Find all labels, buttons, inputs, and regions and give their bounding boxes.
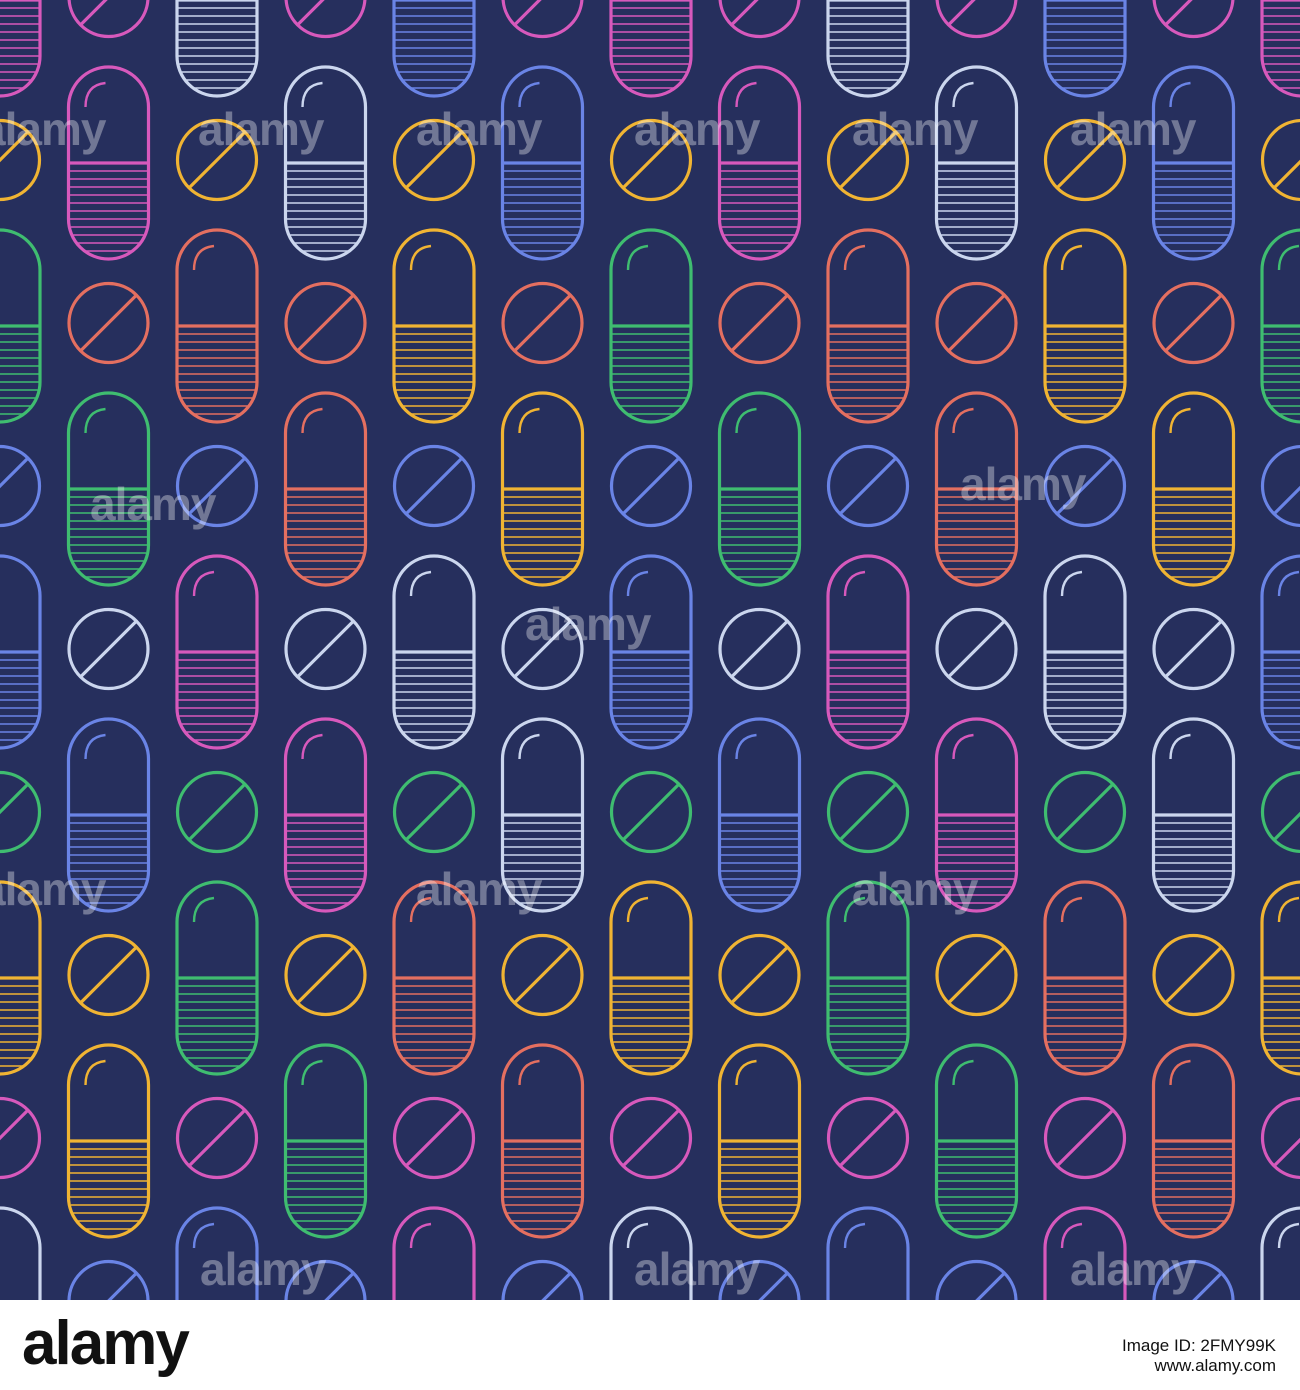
image-id-label: Image ID: 2FMY99K (1121, 1336, 1276, 1355)
image-id-text: Image ID: 2FMY99K www.alamy.com (1122, 1336, 1276, 1376)
watermark-text: alamy (416, 863, 543, 915)
watermark-text: alamy (198, 103, 325, 155)
site-url: www.alamy.com (1154, 1356, 1276, 1375)
watermark-text: alamy (0, 863, 107, 915)
watermark-text: alamy (90, 478, 217, 530)
watermark-text: alamy (416, 103, 543, 155)
watermark-text: alamy (634, 103, 761, 155)
watermark-text: alamy (1070, 103, 1197, 155)
watermark-text: alamy (1070, 1243, 1197, 1295)
watermark-text: alamy (200, 1243, 327, 1295)
pill-pattern-svg: alamy alamy alamy alamy alamy alamy alamy alamy… (0, 0, 1300, 1300)
watermark-text: alamy (525, 598, 652, 650)
pill-pattern-image: alamy alamy alamy alamy alamy alamy alamy alamy… (0, 0, 1300, 1300)
watermark-text: alamy (852, 103, 979, 155)
watermark-text: alamy (852, 863, 979, 915)
alamy-logo: alamy (22, 1309, 190, 1378)
footer-bar: alamy Image ID: 2FMY99K www.alamy.com (0, 1300, 1300, 1390)
watermark-text: alamy (0, 103, 107, 155)
watermark-text: alamy (634, 1243, 761, 1295)
watermark-text: alamy (960, 458, 1087, 510)
